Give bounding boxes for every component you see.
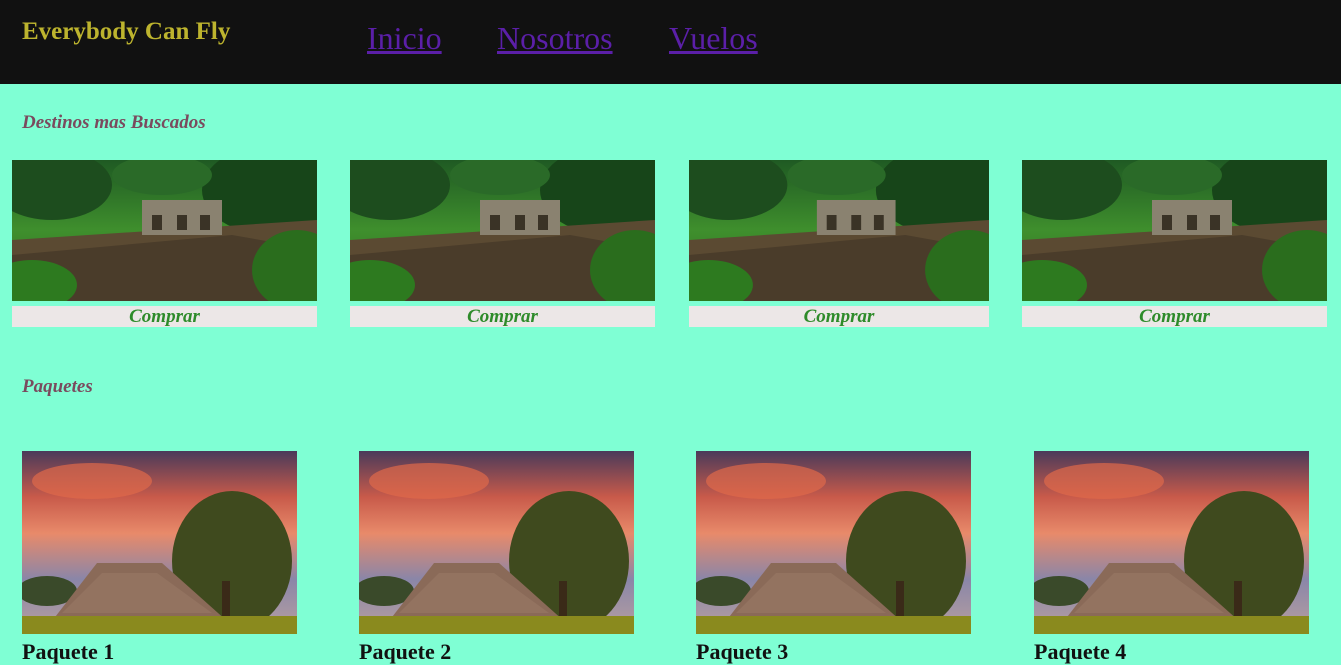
comprar-button[interactable]: Comprar — [350, 306, 655, 327]
nav-link-inicio[interactable]: Inicio — [367, 20, 442, 57]
ruins-image — [350, 160, 655, 301]
destino-card: Comprar — [350, 160, 655, 327]
pyramid-image[interactable] — [359, 451, 634, 634]
comprar-button[interactable]: Comprar — [12, 306, 317, 327]
paquete-card: Paquete 1 — [22, 451, 297, 665]
ruins-image — [12, 160, 317, 301]
paquetes-section-title: Paquetes — [22, 376, 93, 397]
nav-link-vuelos[interactable]: Vuelos — [669, 20, 758, 57]
ruins-image — [689, 160, 989, 301]
ruins-image — [1022, 160, 1327, 301]
comprar-button[interactable]: Comprar — [689, 306, 989, 327]
site-header: Everybody Can Fly Inicio Nosotros Vuelos — [0, 0, 1341, 84]
paquete-title: Paquete 3 — [696, 639, 789, 664]
paquete-card: Paquete 3 — [696, 451, 971, 665]
comprar-button[interactable]: Comprar — [1022, 306, 1327, 327]
pyramid-image[interactable] — [1034, 451, 1309, 634]
destino-card: Comprar — [12, 160, 317, 327]
brand-logo-text[interactable]: Everybody Can Fly — [22, 18, 230, 46]
pyramid-image[interactable] — [22, 451, 297, 634]
destino-card: Comprar — [689, 160, 989, 327]
destino-card: Comprar — [1022, 160, 1327, 327]
paquete-title: Paquete 4 — [1034, 639, 1127, 664]
destinos-section-title: Destinos mas Buscados — [22, 112, 206, 133]
paquete-card: Paquete 2 — [359, 451, 634, 665]
pyramid-image[interactable] — [696, 451, 971, 634]
nav-link-nosotros[interactable]: Nosotros — [497, 20, 613, 57]
paquete-title: Paquete 1 — [22, 639, 115, 664]
paquete-card: Paquete 4 — [1034, 451, 1309, 665]
paquete-title: Paquete 2 — [359, 639, 452, 664]
